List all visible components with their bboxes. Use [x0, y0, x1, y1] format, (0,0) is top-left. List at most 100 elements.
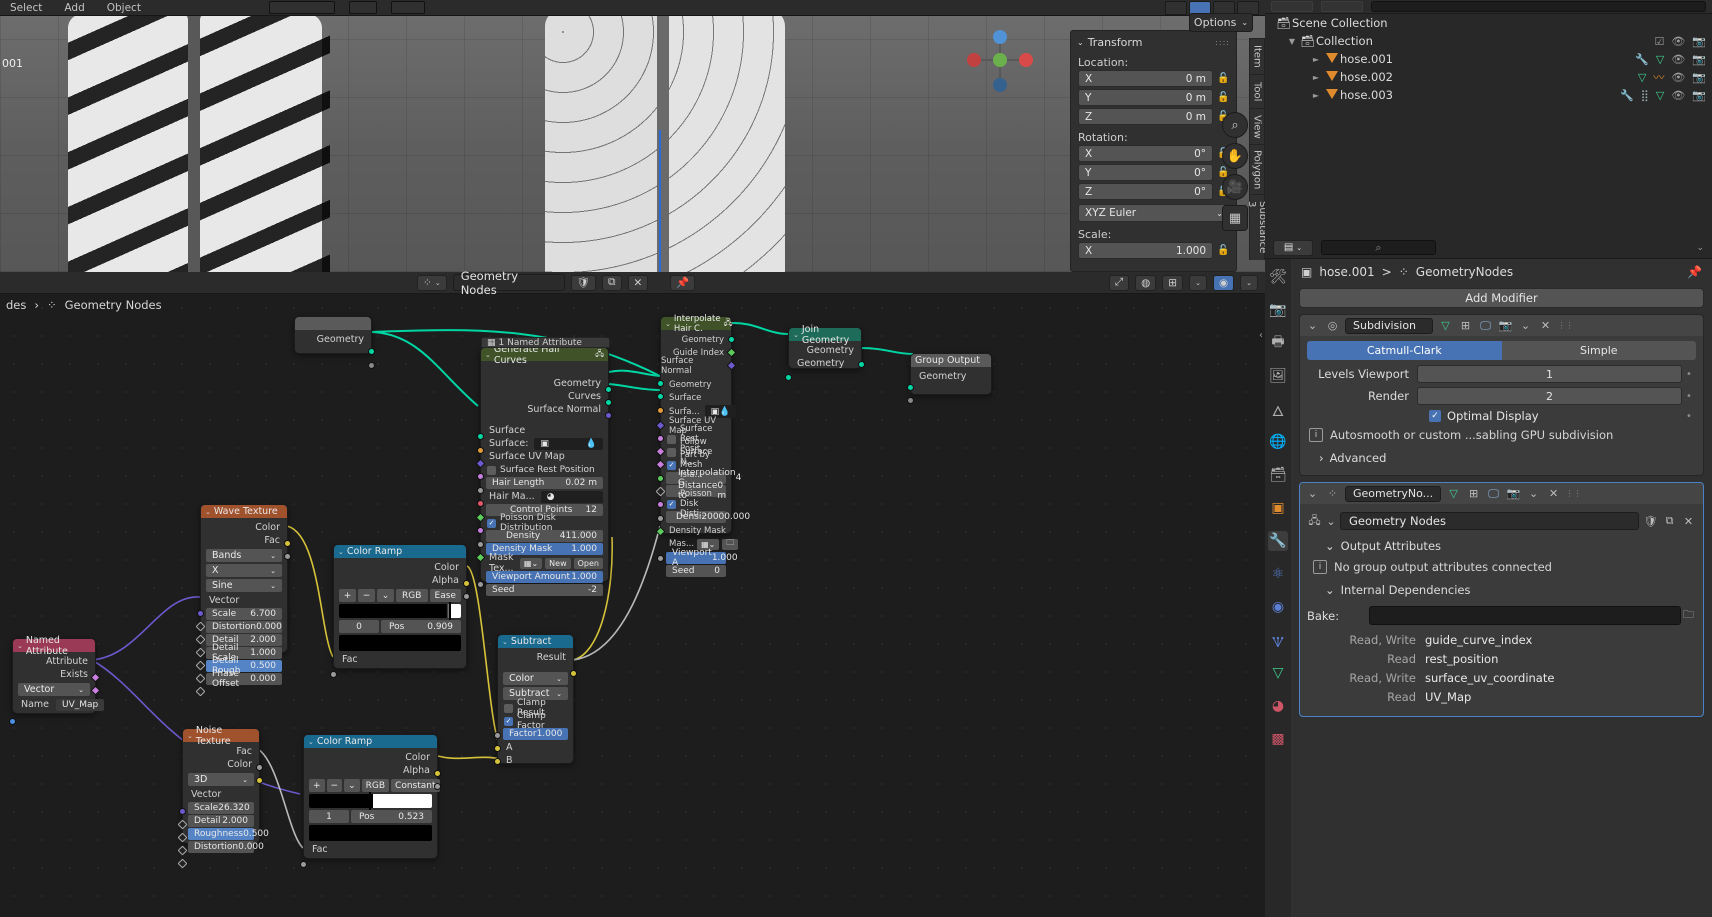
rotation-y-field[interactable]: Y 0°	[1078, 164, 1213, 181]
tab-scene[interactable]: 🜂	[1268, 399, 1288, 420]
output-socket-surface-normal[interactable]	[605, 412, 612, 419]
viewport-side-tabs[interactable]: Item Tool View Polygon Substance 3	[1246, 38, 1265, 260]
name-field[interactable]: UV_Map	[56, 698, 105, 711]
folder-icon[interactable]: 🗀	[1681, 608, 1696, 623]
input-socket-distance-to[interactable]	[655, 486, 666, 497]
properties-tab-column[interactable]: 🛠 📷 🖶 🖼 🜂 🌐 🗃 ▣ 🔧 ⚛ ◉ 🝢 ▽ ◕ ▩	[1265, 259, 1291, 917]
input-socket-surface[interactable]	[657, 393, 664, 400]
breadcrumb-modifier[interactable]: GeometryNodes	[1416, 265, 1513, 279]
object-row-icons[interactable]: 🔧 ⣿ ▽ 👁 📷	[1620, 89, 1706, 102]
chevron-down-icon[interactable]: ⌄	[205, 508, 211, 516]
breadcrumb-parent[interactable]: des	[6, 298, 26, 312]
input-socket-fac[interactable]	[330, 671, 337, 678]
duplicate-icon[interactable]: ⧉	[1662, 514, 1677, 529]
ramp-interpolation-dropdown[interactable]: Constant	[391, 779, 440, 792]
outliner-collection[interactable]: ▼ 🗃 Collection ☑ 👁 📷	[1265, 32, 1712, 50]
group-input-header[interactable]	[295, 317, 371, 330]
generate-hair-curves-header[interactable]: ⌄ Generate Hair Curves 🖧	[481, 344, 608, 366]
realtime-display-icon[interactable]: 🖵	[1486, 486, 1501, 501]
transform-panel-header[interactable]: ⌄ Transform ::::	[1071, 33, 1236, 52]
node-group-output[interactable]: Group Output Geometry	[907, 353, 992, 404]
camera-icon[interactable]: 📷	[1692, 89, 1706, 102]
chevron-right-icon[interactable]: ►	[1309, 55, 1323, 64]
name-row[interactable]: Name UV_Map	[13, 698, 105, 711]
field-distortion[interactable]: Distortion 0.000	[188, 841, 264, 853]
input-socket-density[interactable]	[657, 515, 664, 522]
header-mode-box[interactable]	[268, 1, 335, 14]
eye-icon[interactable]: 👁	[1671, 89, 1685, 102]
render-field[interactable]: 2	[1417, 387, 1682, 405]
hand-icon[interactable]: ✋	[1222, 143, 1248, 169]
chevron-down-icon[interactable]: ⌄	[1305, 318, 1320, 333]
outliner-editor[interactable]: 🗃 Scene Collection ▼ 🗃 Collection ☑ 👁 📷 …	[1265, 0, 1712, 237]
properties-editor[interactable]: ▤ ⌄ ⌕ ⌄ 🛠 📷 🖶 🖼 🜂 🌐 🗃 ▣ 🔧 ⚛ ◉ 🝢 ▽ ◕ ▩ ▣ …	[1265, 237, 1712, 917]
interpolate-hair-curves-header[interactable]: ⌄ Interpolate Hair C. 🖧	[661, 314, 732, 334]
output-socket-geometry[interactable]	[728, 336, 735, 343]
chevron-down-icon[interactable]: ⌄	[17, 642, 23, 650]
collection-row-toggles[interactable]: ☑ 👁 📷	[1654, 35, 1706, 48]
field-distortion[interactable]: Distortion 0.000	[206, 621, 282, 633]
close-icon[interactable]: ✕	[1538, 318, 1553, 333]
open-texture-icon[interactable]: 🗀	[722, 538, 739, 550]
dropdown-data-type[interactable]: Color ⌄	[503, 672, 568, 685]
subdivision-name-field[interactable]: Subdivision	[1345, 317, 1433, 334]
input-socket-surface-object[interactable]	[477, 447, 484, 454]
header-proportional-box[interactable]	[390, 1, 425, 14]
location-row-x[interactable]: X 0 m 🔓	[1071, 70, 1236, 89]
viewport-header[interactable]: Select Add Object	[0, 0, 1265, 16]
checkbox-icon[interactable]: ✓	[487, 518, 496, 528]
input-socket-factor[interactable]	[494, 732, 501, 739]
input-socket-detail[interactable]	[177, 832, 188, 843]
noise-texture-header[interactable]: ⌄ Noise Texture	[183, 725, 259, 747]
input-socket-geometry[interactable]	[785, 374, 792, 381]
output-socket-color[interactable]	[284, 540, 291, 547]
field-mask-texture[interactable]: Mask Tex... ▦⌄ New Open	[481, 552, 608, 574]
object-row-icons[interactable]: ▽ 〰 👁 📷	[1638, 69, 1706, 85]
outliner-object-hose-002[interactable]: ► hose.002 ▽ 〰 👁 📷	[1265, 68, 1712, 86]
animate-dot-icon[interactable]: •	[1682, 391, 1696, 402]
snap-button[interactable]: ⤢	[1108, 274, 1130, 291]
menu-add[interactable]: Add	[60, 2, 88, 14]
checkbox-icon[interactable]: ☑	[1654, 35, 1664, 48]
tab-physics[interactable]: ◉	[1268, 597, 1288, 617]
rotation-mode-dropdown[interactable]: XYZ Euler ⌄	[1078, 204, 1230, 222]
mesh-data-icon[interactable]: ▽	[1656, 89, 1664, 102]
color-ramp-2-gradient[interactable]	[309, 792, 432, 810]
extras-menu-icon[interactable]: ⌄	[1526, 486, 1541, 501]
tab-item[interactable]: Item	[1249, 38, 1265, 74]
outliner-object-hose-003[interactable]: ► hose.003 🔧 ⣿ ▽ 👁 📷	[1265, 86, 1712, 104]
color-ramp-2-stop-row[interactable]: 1 Pos 0.523	[309, 810, 432, 823]
tab-particles[interactable]: ⚛	[1268, 564, 1288, 584]
eye-icon[interactable]: 👁	[1671, 53, 1685, 66]
tab-data[interactable]: ▽	[1268, 663, 1288, 683]
tab-output[interactable]: 🖶	[1268, 333, 1288, 353]
unlink-node-tree-button[interactable]: ✕	[627, 274, 649, 291]
add-stop-button[interactable]: +	[309, 779, 325, 792]
checkbox-icon[interactable]	[487, 465, 496, 475]
input-socket-vector[interactable]	[179, 808, 186, 815]
field-hair-length[interactable]: Hair Length 0.02 m	[486, 477, 603, 489]
color-ramp-1-stop-row[interactable]: 0 Pos 0.909	[339, 620, 461, 633]
viewer-overlay-toggle[interactable]: ◉	[1212, 274, 1235, 291]
tab-object[interactable]: ▣	[1268, 498, 1288, 518]
field-viewport-amount[interactable]: Viewport A 1.000	[666, 548, 738, 568]
field-scale[interactable]: Scale 26.320	[188, 802, 254, 814]
menu-select[interactable]: Select	[6, 2, 46, 14]
overlay-dropdown[interactable]: ⌄	[1240, 274, 1258, 291]
input-socket-viewport-amount[interactable]	[477, 581, 484, 588]
gizmo-axis-y[interactable]	[993, 53, 1007, 67]
zoom-icon[interactable]: ⌕	[1222, 112, 1248, 138]
output-socket-extend[interactable]	[368, 362, 375, 369]
ramp-interpolation-dropdown[interactable]: Ease	[429, 589, 461, 602]
subtract-header[interactable]: ⌄ Subtract	[498, 635, 573, 648]
input-socket-geometry[interactable]	[657, 380, 664, 387]
input-socket-hair-material[interactable]	[477, 500, 484, 507]
input-socket-density[interactable]	[477, 541, 484, 548]
color-ramp-1-header[interactable]: ⌄ Color Ramp	[334, 545, 466, 558]
geometry-nodes-header[interactable]: ⌄ ⁘ GeometryNo... ▽ ⊞ 🖵 📷 ⌄ ✕ ⋮⋮	[1300, 483, 1703, 504]
output-socket-curves[interactable]	[605, 399, 612, 406]
on-cage-icon[interactable]: ⊞	[1458, 318, 1473, 333]
chevron-down-icon[interactable]: ⌄	[502, 638, 508, 646]
field-poisson-disk-distribution[interactable]: ✓ Poisson Disk Distribution	[486, 513, 603, 533]
texture-browse-icon[interactable]: ▦⌄	[519, 557, 543, 569]
